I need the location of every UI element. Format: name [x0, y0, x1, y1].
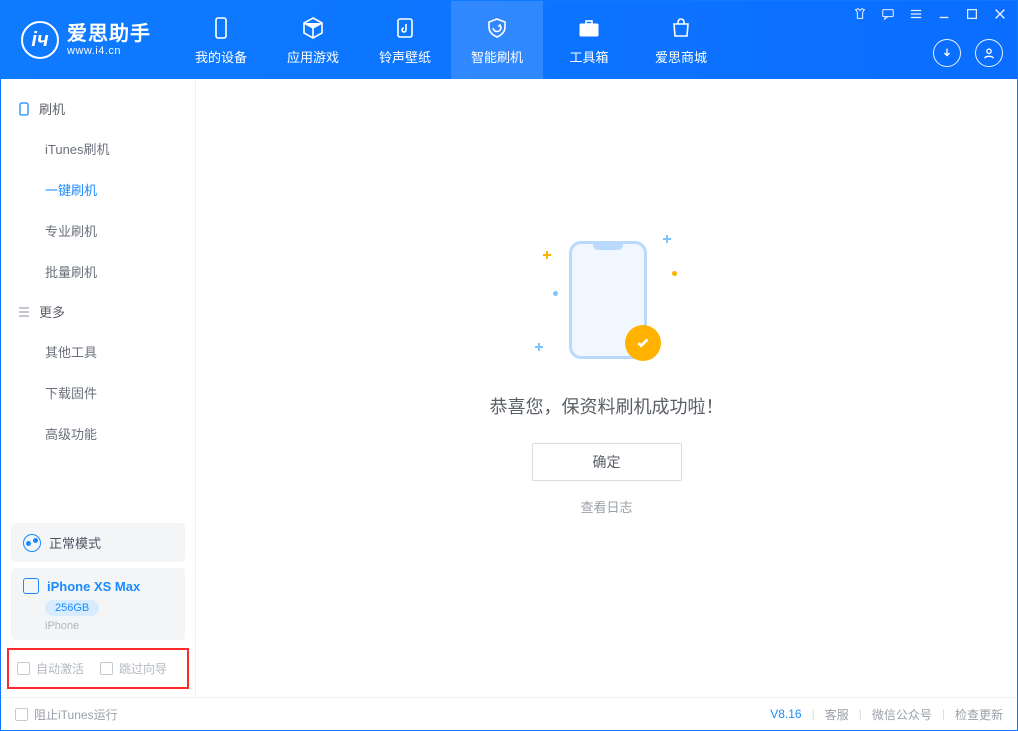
- window-controls: [853, 7, 1007, 21]
- titlebar: iч 爱思助手 www.i4.cn 我的设备 应用游戏 铃声壁纸 智能刷机 工具…: [1, 1, 1017, 79]
- check-badge-icon: [625, 325, 661, 361]
- sidebar-item-batch-flash[interactable]: 批量刷机: [1, 251, 195, 292]
- group-label: 刷机: [39, 99, 65, 118]
- checkbox-skip-guide[interactable]: 跳过向导: [100, 660, 167, 677]
- tshirt-icon[interactable]: [853, 7, 867, 21]
- device-capacity: 256GB: [45, 600, 99, 616]
- ok-button[interactable]: 确定: [532, 443, 682, 481]
- checkbox-label: 跳过向导: [119, 660, 167, 677]
- mode-icon: [23, 534, 41, 552]
- sidebar-item-other-tools[interactable]: 其他工具: [1, 331, 195, 372]
- app-logo[interactable]: iч 爱思助手 www.i4.cn: [1, 1, 169, 79]
- tab-label: 我的设备: [195, 47, 247, 66]
- statusbar: 阻止iTunes运行 V8.16 | 客服 | 微信公众号 | 检查更新: [1, 697, 1017, 730]
- nav-tabs: 我的设备 应用游戏 铃声壁纸 智能刷机 工具箱 爱思商城: [175, 1, 727, 79]
- app-title: 爱思助手: [67, 23, 151, 45]
- sidebar-item-itunes-flash[interactable]: iTunes刷机: [1, 128, 195, 169]
- tab-apps-games[interactable]: 应用游戏: [267, 1, 359, 79]
- check-update-link[interactable]: 检查更新: [955, 706, 1003, 723]
- close-icon[interactable]: [993, 7, 1007, 21]
- sidebar-item-advanced[interactable]: 高级功能: [1, 413, 195, 454]
- mode-label: 正常模式: [49, 533, 101, 552]
- sidebar-item-pro-flash[interactable]: 专业刷机: [1, 210, 195, 251]
- view-log-link[interactable]: 查看日志: [580, 497, 632, 516]
- tab-smart-flash[interactable]: 智能刷机: [451, 1, 543, 79]
- group-label: 更多: [39, 302, 65, 321]
- header-actions: [933, 39, 1003, 67]
- app-site: www.i4.cn: [67, 45, 151, 57]
- download-button[interactable]: [933, 39, 961, 67]
- support-link[interactable]: 客服: [825, 706, 849, 723]
- tab-label: 工具箱: [569, 47, 608, 66]
- success-title: 恭喜您，保资料刷机成功啦！: [490, 393, 724, 419]
- tab-toolbox[interactable]: 工具箱: [543, 1, 635, 79]
- device-name: iPhone XS Max: [47, 579, 140, 594]
- bag-icon: [668, 15, 694, 41]
- logo-icon: iч: [21, 21, 59, 59]
- wechat-link[interactable]: 微信公众号: [872, 706, 932, 723]
- feedback-icon[interactable]: [881, 7, 895, 21]
- minimize-icon[interactable]: [937, 7, 951, 21]
- briefcase-icon: [576, 15, 602, 41]
- version-label: V8.16: [770, 707, 801, 721]
- menu-icon[interactable]: [909, 7, 923, 21]
- tab-ringtone-wallpaper[interactable]: 铃声壁纸: [359, 1, 451, 79]
- phone-icon: [23, 578, 39, 594]
- checkbox-auto-activate[interactable]: 自动激活: [17, 660, 84, 677]
- checkbox-label: 自动激活: [36, 660, 84, 677]
- flash-options-highlight: 自动激活 跳过向导: [7, 648, 189, 689]
- sidebar: 刷机 iTunes刷机 一键刷机 专业刷机 批量刷机 更多 其他工具 下载固件 …: [1, 79, 196, 697]
- checkbox-icon: [100, 662, 113, 675]
- account-button[interactable]: [975, 39, 1003, 67]
- checkbox-block-itunes[interactable]: 阻止iTunes运行: [15, 706, 118, 723]
- tab-store[interactable]: 爱思商城: [635, 1, 727, 79]
- tab-label: 智能刷机: [471, 47, 523, 66]
- main-content: 恭喜您，保资料刷机成功啦！ 确定 查看日志: [196, 79, 1017, 697]
- refresh-shield-icon: [484, 15, 510, 41]
- music-file-icon: [392, 15, 418, 41]
- mode-indicator[interactable]: 正常模式: [11, 523, 185, 562]
- checkbox-icon: [15, 708, 28, 721]
- tab-label: 应用游戏: [287, 47, 339, 66]
- cube-icon: [300, 15, 326, 41]
- device-type: iPhone: [45, 620, 173, 632]
- checkbox-icon: [17, 662, 30, 675]
- tab-my-device[interactable]: 我的设备: [175, 1, 267, 79]
- tab-label: 铃声壁纸: [379, 47, 431, 66]
- success-illustration: [517, 231, 697, 371]
- sidebar-item-download-firmware[interactable]: 下载固件: [1, 372, 195, 413]
- maximize-icon[interactable]: [965, 7, 979, 21]
- device-icon: [17, 102, 31, 116]
- device-card[interactable]: iPhone XS Max 256GB iPhone: [11, 568, 185, 640]
- sidebar-group-more[interactable]: 更多: [1, 292, 195, 331]
- sidebar-group-flash[interactable]: 刷机: [1, 89, 195, 128]
- tab-label: 爱思商城: [655, 47, 707, 66]
- list-icon: [17, 305, 31, 319]
- sidebar-item-onekey-flash[interactable]: 一键刷机: [1, 169, 195, 210]
- phone-icon: [208, 15, 234, 41]
- checkbox-label: 阻止iTunes运行: [34, 706, 118, 723]
